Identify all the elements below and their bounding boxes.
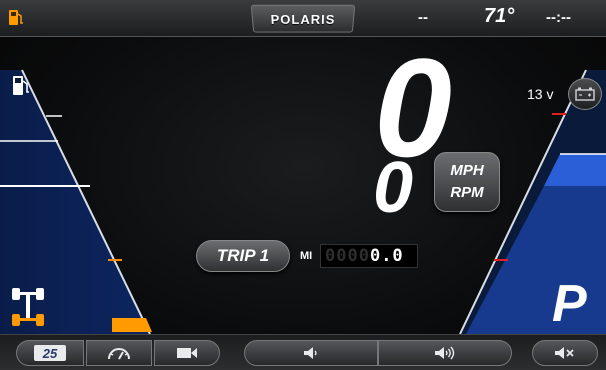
trip-button[interactable]: TRIP 1 <box>196 240 290 272</box>
mute-icon <box>555 347 574 359</box>
unit-toggle-button[interactable]: MPH RPM <box>434 152 500 212</box>
volume-down-button[interactable] <box>244 340 378 366</box>
gauge-strips <box>0 69 606 334</box>
voltage-readout: 13 v <box>527 86 554 102</box>
video-camera-icon <box>177 348 197 358</box>
rpm-readout: 0 <box>372 148 414 228</box>
gear-indicator: P <box>552 275 587 333</box>
4wd-axle-icon <box>12 288 44 326</box>
unit-speed-label: MPH <box>450 162 484 179</box>
odometer-leading-digits: 0000 <box>325 246 370 266</box>
days-button[interactable]: 25 <box>16 340 84 366</box>
gauge-view-button[interactable] <box>86 340 152 366</box>
brand-logo: POLARIS <box>250 4 356 33</box>
battery-icon <box>575 87 595 101</box>
clock-readout: --:-- <box>546 9 571 26</box>
fuel-warning-icon <box>9 10 23 25</box>
dashboard-screen: POLARIS -- 71° --:-- 0 0 MPH RPM 13 v TR… <box>0 0 606 370</box>
speedometer-icon <box>108 348 130 360</box>
trip-unit-label: MI <box>300 250 313 262</box>
mute-button[interactable] <box>532 340 598 366</box>
days-badge: 25 <box>34 345 66 361</box>
status-readout: -- <box>418 9 428 26</box>
volume-up-button[interactable] <box>378 340 512 366</box>
top-status-bar: POLARIS -- 71° --:-- <box>0 0 606 37</box>
odometer-value: 0.0 <box>369 246 404 266</box>
camera-button[interactable] <box>154 340 220 366</box>
battery-button[interactable] <box>568 78 602 110</box>
fuel-pump-icon <box>13 76 29 95</box>
volume-up-icon <box>435 346 455 360</box>
trip-odometer: 0000 0.0 <box>320 244 418 268</box>
volume-down-icon <box>304 347 317 359</box>
unit-rpm-label: RPM <box>450 184 484 201</box>
temperature-readout: 71° <box>484 5 515 27</box>
